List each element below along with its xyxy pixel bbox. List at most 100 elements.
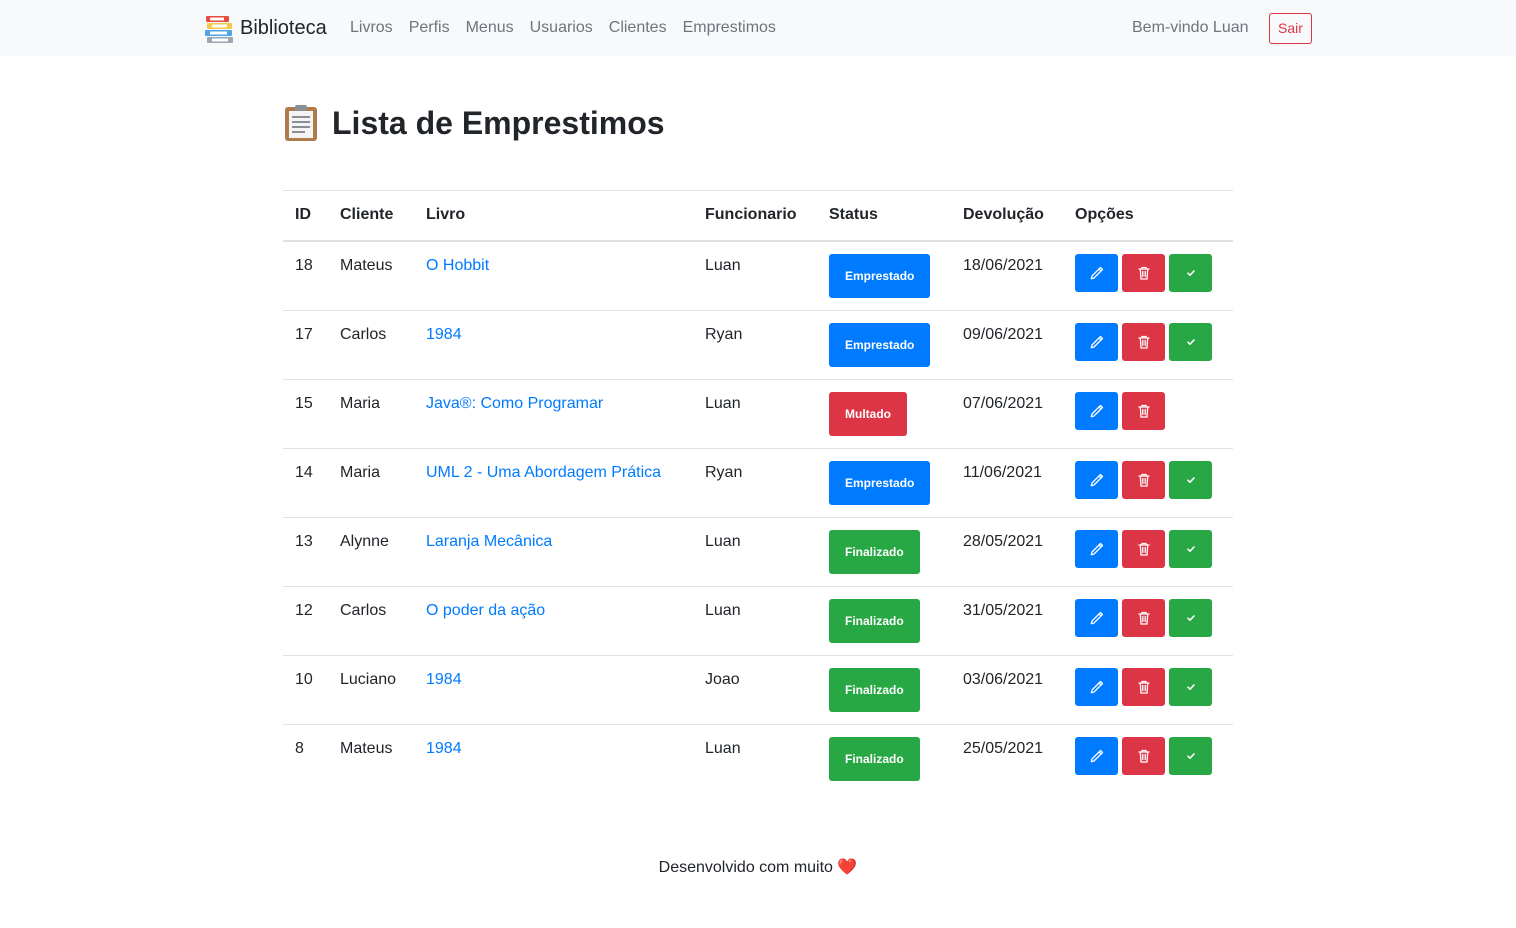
cell-devolucao: 03/06/2021 [951, 654, 1063, 724]
finalize-button[interactable] [1169, 529, 1212, 568]
clipboard-icon [285, 105, 317, 141]
cell-devolucao: 09/06/2021 [951, 309, 1063, 379]
page-title-text: Lista de Emprestimos [332, 105, 665, 141]
nav-link-clientes[interactable]: Clientes [601, 16, 675, 40]
delete-button[interactable] [1122, 391, 1165, 430]
cell-devolucao: 11/06/2021 [951, 447, 1063, 517]
cell-id: 14 [283, 447, 328, 517]
check-icon [1183, 472, 1199, 488]
delete-button[interactable] [1122, 460, 1165, 499]
nav-links: Livros Perfis Menus Usuarios Clientes Em… [342, 16, 784, 40]
finalize-button[interactable] [1169, 460, 1212, 499]
page-title: Lista de Emprestimos [284, 102, 665, 144]
cell-cliente: Maria [328, 378, 414, 448]
finalize-button[interactable] [1169, 598, 1212, 637]
nav-link-menus[interactable]: Menus [458, 16, 522, 40]
row-actions [1075, 322, 1221, 361]
table-row: 15 Maria Java®: Como Programar Luan Multado 0… [283, 378, 1233, 448]
header-status: Status [817, 190, 951, 242]
edit-button[interactable] [1075, 598, 1118, 637]
pencil-icon [1089, 748, 1105, 764]
heart-icon: ❤️ [837, 859, 858, 876]
delete-button[interactable] [1122, 253, 1165, 292]
delete-button[interactable] [1122, 667, 1165, 706]
cell-devolucao: 18/06/2021 [963, 256, 1044, 274]
book-link[interactable]: Java®: Como Programar [426, 395, 603, 412]
row-actions [1075, 253, 1221, 292]
finalize-button[interactable] [1169, 253, 1212, 292]
finalize-button[interactable] [1169, 322, 1212, 361]
logout-button[interactable]: Sair [1269, 13, 1312, 44]
cell-devolucao: 25/05/2021 [951, 723, 1063, 793]
delete-button[interactable] [1122, 529, 1165, 568]
edit-button[interactable] [1075, 529, 1118, 568]
cell-funcionario: Luan [705, 256, 741, 274]
cell-livro: Laranja Mecânica [414, 516, 693, 586]
table-row: 10 Luciano 1984 Joao Finalizado 03/06/2021 [283, 654, 1233, 724]
cell-devolucao: 31/05/2021 [951, 585, 1063, 655]
cell-livro: 1984 [414, 309, 693, 379]
pencil-icon [1089, 541, 1105, 557]
edit-button[interactable] [1075, 322, 1118, 361]
cell-funcionario: Luan [693, 516, 817, 586]
edit-button[interactable] [1075, 667, 1118, 706]
cell-id: 15 [283, 378, 328, 448]
row-actions [1075, 667, 1221, 706]
cell-id: 12 [283, 585, 328, 655]
nav-link-usuarios[interactable]: Usuarios [522, 16, 601, 40]
cell-cliente: Carlos [328, 309, 414, 379]
nav-link-emprestimos[interactable]: Emprestimos [675, 16, 784, 40]
check-icon [1183, 541, 1199, 557]
status-badge: Finalizado [829, 667, 920, 712]
delete-button[interactable] [1122, 736, 1165, 775]
cell-id: 8 [283, 723, 328, 793]
footer: Desenvolvido com muito ❤️ [0, 857, 1516, 879]
cell-status: Finalizado [817, 516, 951, 586]
check-icon [1183, 265, 1199, 281]
status-badge: Finalizado [829, 529, 920, 574]
delete-button[interactable] [1122, 598, 1165, 637]
cell-funcionario: Ryan [693, 447, 817, 517]
edit-button[interactable] [1075, 391, 1118, 430]
welcome-text: Bem-vindo Luan [1132, 19, 1249, 36]
edit-button[interactable] [1075, 736, 1118, 775]
delete-button[interactable] [1122, 322, 1165, 361]
book-link[interactable]: O poder da ação [426, 602, 545, 619]
nav-link-livros[interactable]: Livros [342, 16, 401, 40]
pencil-icon [1089, 679, 1105, 695]
book-link[interactable]: O Hobbit [426, 257, 489, 274]
cell-livro: O poder da ação [414, 585, 693, 655]
book-link[interactable]: UML 2 - Uma Abordagem Prática [426, 464, 661, 481]
book-link[interactable]: 1984 [426, 671, 462, 688]
cell-id: 10 [283, 654, 328, 724]
edit-button[interactable] [1075, 460, 1118, 499]
header-cliente: Cliente [328, 190, 414, 242]
nav-link-perfis[interactable]: Perfis [401, 16, 458, 40]
cell-opcoes [1063, 309, 1233, 379]
status-badge: Finalizado [829, 736, 920, 781]
table-row: 8 Mateus 1984 Luan Finalizado 25/05/2021 [283, 723, 1233, 793]
pencil-icon [1089, 265, 1105, 281]
trash-icon [1136, 610, 1152, 626]
cell-opcoes [1063, 447, 1233, 517]
book-link[interactable]: Laranja Mecânica [426, 533, 552, 550]
loans-table: ID Cliente Livro Funcionario Status Devo… [283, 190, 1233, 793]
brand-name: Biblioteca [240, 17, 327, 39]
finalize-button[interactable] [1169, 667, 1212, 706]
cell-opcoes [1063, 723, 1233, 793]
cell-id: 17 [283, 309, 328, 379]
row-actions [1075, 460, 1221, 499]
cell-devolucao: 28/05/2021 [951, 516, 1063, 586]
trash-icon [1136, 334, 1152, 350]
finalize-button[interactable] [1169, 736, 1212, 775]
edit-button[interactable] [1075, 253, 1118, 292]
cell-funcionario: Luan [693, 378, 817, 448]
book-link[interactable]: 1984 [426, 740, 462, 757]
status-badge: Finalizado [829, 598, 920, 643]
check-icon [1183, 334, 1199, 350]
cell-status: Emprestado [817, 447, 951, 517]
cell-cliente: Luciano [328, 654, 414, 724]
book-link[interactable]: 1984 [426, 326, 462, 343]
trash-icon [1136, 541, 1152, 557]
brand-link[interactable]: Biblioteca [204, 12, 327, 44]
